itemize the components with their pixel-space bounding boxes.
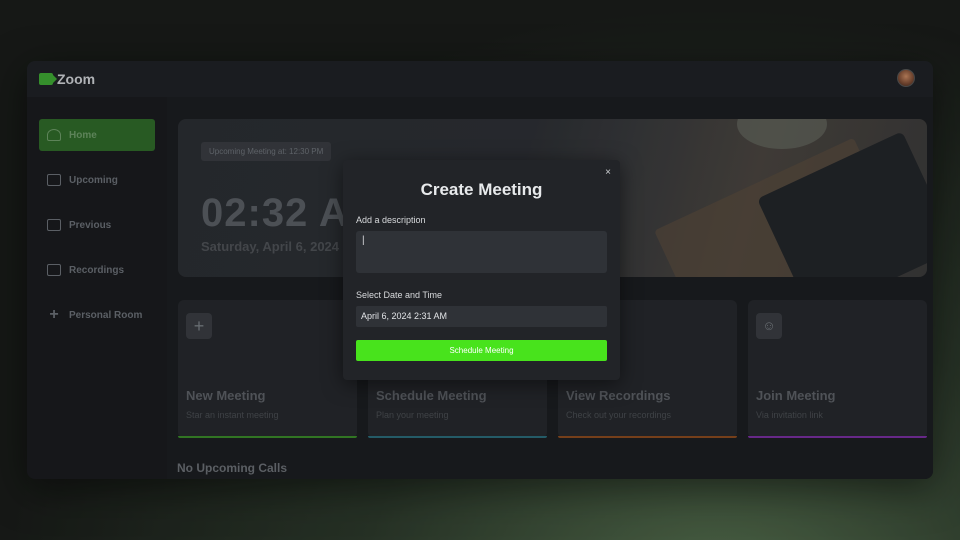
- close-icon[interactable]: ×: [605, 167, 611, 178]
- create-meeting-modal: × Create Meeting Add a description | Sel…: [343, 160, 620, 380]
- schedule-meeting-button[interactable]: Schedule Meeting: [356, 340, 607, 361]
- modal-title: Create Meeting: [420, 180, 543, 199]
- datetime-input[interactable]: April 6, 2024 2:31 AM: [356, 306, 607, 327]
- datetime-label: Select Date and Time: [356, 290, 443, 300]
- description-input[interactable]: |: [356, 231, 607, 273]
- description-label: Add a description: [356, 215, 426, 225]
